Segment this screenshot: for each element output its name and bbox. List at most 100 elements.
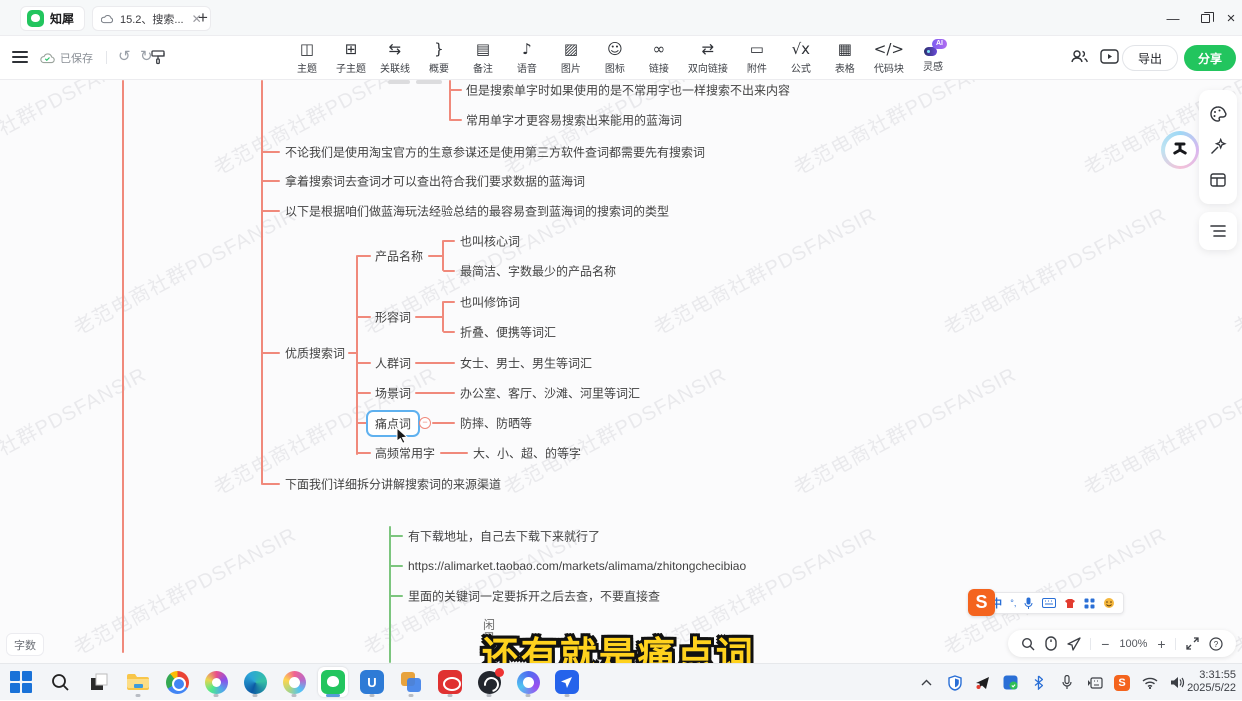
- outline-panel-button[interactable]: [1199, 212, 1237, 250]
- app-circle-button[interactable]: [513, 667, 543, 697]
- colorful-app-button[interactable]: [279, 667, 309, 697]
- mindmap-node-type[interactable]: 场景词: [375, 385, 411, 402]
- tool-image[interactable]: ▨图片: [556, 40, 586, 75]
- ime-punctuation[interactable]: °,: [1010, 598, 1016, 608]
- mindmap-node[interactable]: 女士、男士、男生等词汇: [460, 355, 592, 372]
- menu-button[interactable]: [12, 51, 28, 63]
- wifi-icon[interactable]: [1141, 674, 1158, 691]
- tool-note[interactable]: ▤备注: [468, 40, 498, 75]
- zoom-level[interactable]: 100%: [1119, 638, 1147, 650]
- collaborate-button[interactable]: [1070, 48, 1089, 65]
- mindmap-node[interactable]: 也叫核心词: [460, 233, 520, 250]
- tool-subtopic[interactable]: ⊞子主题: [336, 40, 366, 75]
- keyboard-tray-icon[interactable]: [1086, 674, 1103, 691]
- volume-icon[interactable]: [1169, 674, 1186, 691]
- document-tab[interactable]: 15.2、搜索... ✕: [92, 6, 211, 31]
- mindmap-node[interactable]: 下面我们详细拆分讲解搜索词的来源渠道: [285, 476, 501, 493]
- browser-360-button[interactable]: [201, 667, 231, 697]
- minimize-button[interactable]: —: [1156, 0, 1190, 36]
- mindmap-node[interactable]: 里面的关键词一定要拆开之后去查，不要直接查: [408, 588, 660, 605]
- zhixi-app-button[interactable]: [318, 667, 348, 697]
- mindmap-node[interactable]: 折叠、便携等词汇: [460, 324, 556, 341]
- telegram-icon[interactable]: [974, 674, 991, 691]
- microphone-icon[interactable]: [1058, 674, 1075, 691]
- collapse-toggle-icon[interactable]: −: [419, 417, 431, 429]
- defender-icon[interactable]: [946, 674, 963, 691]
- app-squares-button[interactable]: [396, 667, 426, 697]
- tool-summary[interactable]: }概要: [424, 40, 454, 75]
- mindmap-node-quality-keywords[interactable]: 优质搜索词: [285, 345, 345, 362]
- zoom-in-button[interactable]: +: [1157, 636, 1165, 652]
- export-button[interactable]: 导出: [1122, 45, 1178, 71]
- app-logo[interactable]: 知犀: [20, 6, 85, 31]
- mindmap-node-url[interactable]: https://alimarket.taobao.com/markets/ali…: [408, 559, 746, 573]
- tool-voice[interactable]: ♪语音: [512, 40, 542, 75]
- mindmap-node-type[interactable]: 形容词: [375, 309, 411, 326]
- app-plane-button[interactable]: [552, 667, 582, 697]
- app-red-button[interactable]: [435, 667, 465, 697]
- mindmap-node[interactable]: 防摔、防晒等: [460, 415, 532, 432]
- mindmap-node-type[interactable]: 人群词: [375, 355, 411, 372]
- tool-formula[interactable]: √x公式: [786, 40, 816, 75]
- undo-button[interactable]: ↺: [118, 47, 131, 65]
- ime-keyboard-icon[interactable]: [1042, 598, 1056, 608]
- format-painter-button[interactable]: [150, 49, 166, 65]
- mindmap-node[interactable]: 常用单字才更容易搜索出来能用的蓝海词: [466, 112, 682, 129]
- zoom-out-button[interactable]: −: [1101, 636, 1109, 652]
- mindmap-node[interactable]: 不论我们是使用淘宝官方的生意参谋还是使用第三方软件查词都需要先有搜索词: [285, 144, 705, 161]
- app-u-button[interactable]: U: [357, 667, 387, 697]
- tool-table[interactable]: ▦表格: [830, 40, 860, 75]
- mindmap-node[interactable]: 也叫修饰词: [460, 294, 520, 311]
- layout-panel-icon[interactable]: [1209, 171, 1227, 189]
- bluetooth-icon[interactable]: [1030, 674, 1047, 691]
- mindmap-node[interactable]: 拿着搜索词去查词才可以查出符合我们要求数据的蓝海词: [285, 173, 585, 190]
- mindmap-node[interactable]: 但是搜索单字时如果使用的是不常用字也一样搜索不出来内容: [466, 82, 790, 99]
- tool-sticker[interactable]: ☺图标: [600, 40, 630, 75]
- mindmap-node[interactable]: 最简洁、字数最少的产品名称: [460, 263, 616, 280]
- mindmap-canvas[interactable]: 老范电商社群PDSFANSIR老范电商社群PDSFANSIR老范电商社群PDSF…: [0, 80, 1242, 663]
- edge-button[interactable]: [240, 667, 270, 697]
- tool-bidirectional-link[interactable]: ⇄双向链接: [688, 40, 728, 75]
- mindmap-node-type[interactable]: 产品名称: [375, 248, 423, 265]
- new-tab-button[interactable]: +: [198, 8, 208, 28]
- fullscreen-icon[interactable]: [1186, 637, 1199, 650]
- taskbar-search[interactable]: [45, 667, 75, 697]
- mindmap-node[interactable]: 有下载地址，自己去下载下来就行了: [408, 528, 600, 545]
- ime-emoji-icon[interactable]: [1103, 597, 1115, 609]
- mindmap-node[interactable]: 办公室、客厅、沙滩、河里等词汇: [460, 385, 640, 402]
- theme-palette-icon[interactable]: [1209, 105, 1227, 123]
- tool-attachment[interactable]: ▭附件: [742, 40, 772, 75]
- start-button[interactable]: [6, 667, 36, 697]
- ai-assistant-button[interactable]: [1161, 131, 1199, 169]
- tool-relation-line[interactable]: ⇆关联线: [380, 40, 410, 75]
- word-count-button[interactable]: 字数: [6, 633, 44, 656]
- tray-expand-icon[interactable]: [918, 674, 935, 691]
- help-icon[interactable]: ?: [1209, 637, 1223, 651]
- search-icon[interactable]: [1021, 637, 1035, 651]
- sogou-logo-icon[interactable]: S: [968, 589, 995, 616]
- drag-mode-icon[interactable]: [1045, 636, 1057, 651]
- chrome-button[interactable]: [162, 667, 192, 697]
- mindmap-node-type[interactable]: 高频常用字: [375, 445, 435, 462]
- ime-apps-icon[interactable]: [1084, 598, 1095, 609]
- tool-inspiration[interactable]: AI 灵感: [918, 40, 948, 75]
- tool-topic[interactable]: ◫主题: [292, 40, 322, 75]
- app-check-icon[interactable]: [1002, 674, 1019, 691]
- beautify-wand-icon[interactable]: [1209, 138, 1227, 156]
- mindmap-node[interactable]: 以下是根据咱们做蓝海玩法经验总结的最容易查到蓝海词的搜索词的类型: [285, 203, 669, 220]
- tool-code-block[interactable]: </>代码块: [874, 40, 904, 75]
- sogou-tray-icon[interactable]: S: [1114, 675, 1130, 691]
- locate-icon[interactable]: [1067, 637, 1081, 651]
- ime-mic-icon[interactable]: [1024, 597, 1033, 610]
- taskbar-clock[interactable]: 3:31:55 2025/5/22: [1187, 669, 1236, 695]
- ime-skin-icon[interactable]: [1064, 598, 1076, 609]
- close-button[interactable]: ×: [1214, 0, 1242, 36]
- tutorial-video-button[interactable]: [1100, 48, 1119, 65]
- task-view-button[interactable]: [84, 667, 114, 697]
- mindmap-node[interactable]: 大、小、超、的等字: [473, 445, 581, 462]
- tool-link[interactable]: ∞链接: [644, 40, 674, 75]
- mindmap-node-pain-point-selected[interactable]: 痛点词: [366, 410, 420, 437]
- share-button[interactable]: 分享: [1184, 45, 1236, 71]
- file-explorer-button[interactable]: [123, 667, 153, 697]
- obs-button[interactable]: [474, 667, 504, 697]
